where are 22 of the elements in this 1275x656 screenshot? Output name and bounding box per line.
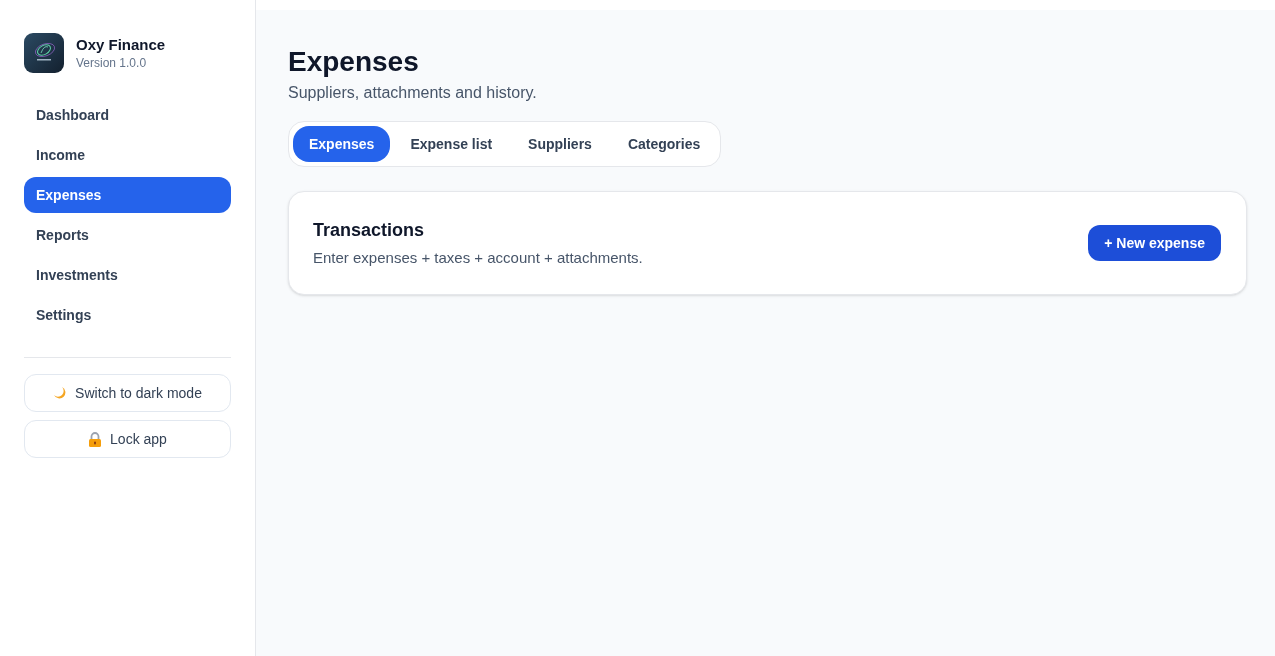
nav-item[interactable]: Reports [24,217,231,253]
moon-icon [53,386,68,400]
nav-item[interactable]: Income [24,137,231,173]
new-expense-button[interactable]: + New expense [1088,225,1221,261]
dark-mode-button[interactable]: Switch to dark mode [24,374,231,412]
lock-icon [88,431,103,447]
card-title: Transactions [313,219,425,242]
nav-item[interactable]: Settings [24,297,231,333]
app-version: Version 1.0.0 [76,55,148,71]
app-logo-icon [24,33,64,73]
tab[interactable]: Expense list [394,126,509,162]
card-description: Enter expenses + taxes + account + attachments. [313,248,643,268]
tab[interactable]: Categories [611,126,717,162]
nav-item[interactable]: Investments [24,257,231,293]
page-subtitle: Suppliers, attachments and history. [288,83,537,103]
app-name: Oxy Finance [76,35,166,55]
nav-item[interactable]: Dashboard [24,97,231,133]
lock-app-button[interactable]: Lock app [24,420,231,458]
tab[interactable]: Suppliers [512,126,608,162]
tab[interactable]: Expenses [293,126,391,162]
page-title: Expenses [288,45,419,79]
nav-item[interactable]: Expenses [24,177,231,213]
